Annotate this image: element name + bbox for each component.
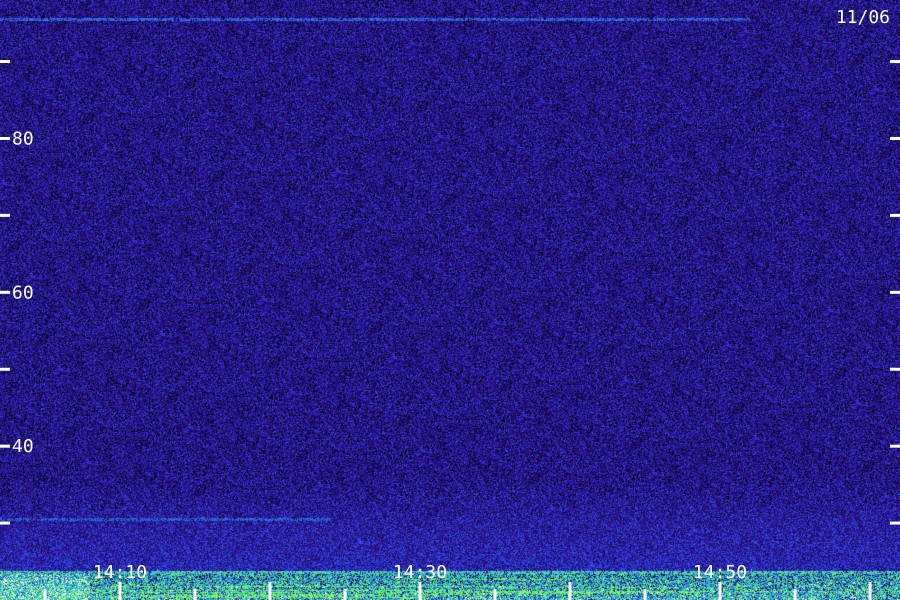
y-tick-label: 80: [12, 128, 34, 149]
x-axis-ticks: [43, 582, 872, 600]
y-axis-ticks: [0, 60, 900, 525]
chart-overlay: 40 60 80 14:10 14:30 14:50 11/06: [0, 7, 900, 600]
y-axis-labels: 40 60 80: [12, 128, 34, 457]
x-tick-label: 14:50: [693, 562, 747, 583]
date-label: 11/06: [836, 7, 890, 28]
x-tick-label: 14:30: [393, 562, 447, 583]
x-axis-labels: 14:10 14:30 14:50: [93, 562, 747, 583]
y-tick-label: 40: [12, 436, 34, 457]
x-tick-label: 14:10: [93, 562, 147, 583]
y-tick-label: 60: [12, 282, 34, 303]
